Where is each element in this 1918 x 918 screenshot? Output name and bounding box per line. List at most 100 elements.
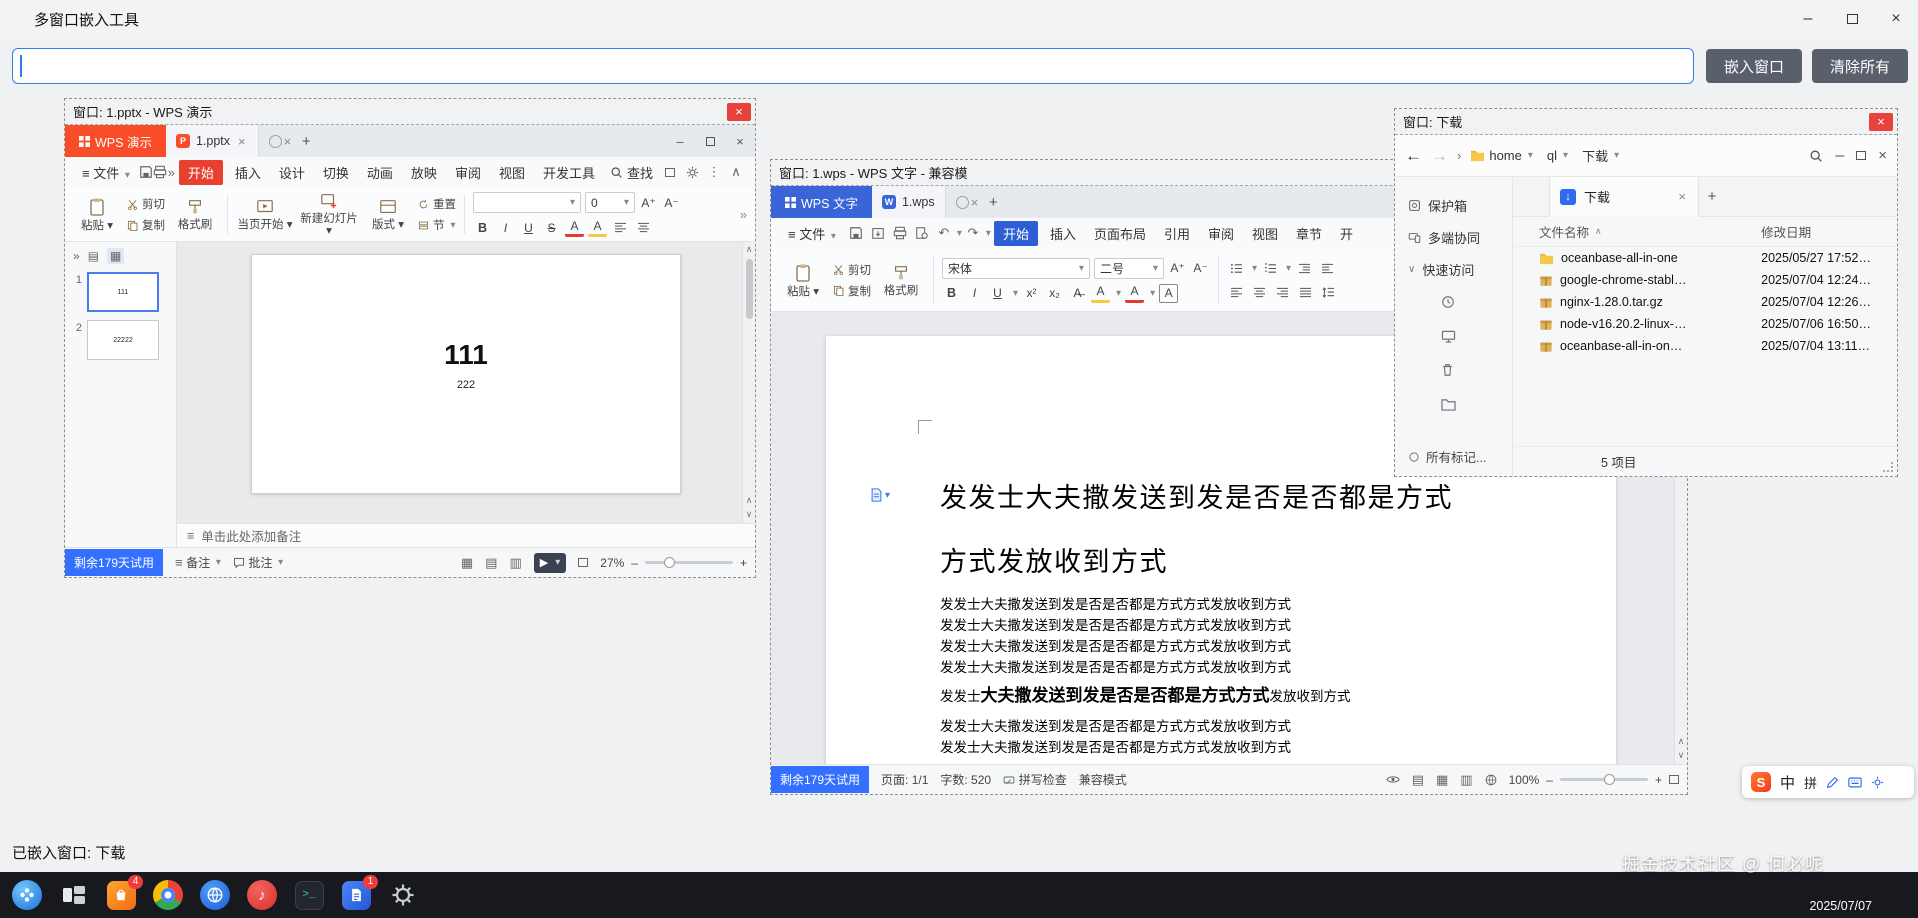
chrome-icon[interactable]: [151, 878, 185, 912]
ime-lang-toggle[interactable]: 中: [1780, 772, 1795, 793]
file-row[interactable]: oceanbase-all-in-one 2025/05/27 17:52… 文…: [1513, 247, 1897, 269]
scrollbar-thumb[interactable]: [746, 259, 753, 319]
doc-tab-pptx[interactable]: P 1.pptx ×: [166, 125, 259, 157]
menu-insert[interactable]: 插入: [1041, 221, 1085, 246]
reset-button[interactable]: 重置: [418, 196, 456, 212]
zoom-knob[interactable]: [664, 557, 675, 568]
zoom-knob[interactable]: [1604, 774, 1615, 785]
print-preview-icon[interactable]: [911, 222, 933, 244]
search-icon[interactable]: [1809, 149, 1823, 163]
notes-toggle[interactable]: ≡ 备注 ▾: [175, 554, 221, 571]
sogou-logo-icon[interactable]: S: [1751, 772, 1771, 792]
column-modified[interactable]: 修改日期: [1761, 222, 1897, 241]
zoom-level[interactable]: 100%: [1509, 773, 1540, 787]
app-store-icon[interactable]: 4: [104, 878, 138, 912]
new-tab-icon[interactable]: +: [1699, 188, 1725, 205]
collapse-ribbon-icon[interactable]: ∧: [725, 161, 747, 183]
copy-button[interactable]: 复制: [127, 217, 165, 233]
music-icon[interactable]: ♪: [245, 878, 279, 912]
ime-keyboard-icon[interactable]: [1848, 777, 1862, 788]
fm-close-icon[interactable]: ×: [1878, 147, 1887, 164]
close-tab-icon[interactable]: ×: [236, 134, 248, 149]
paragraph-outline-button[interactable]: ▾: [870, 488, 890, 502]
align-center-icon[interactable]: [634, 218, 653, 237]
close-tab-icon[interactable]: ×: [1676, 189, 1688, 204]
decrease-font-icon[interactable]: A⁻: [1191, 259, 1210, 278]
crumb-home[interactable]: home: [1489, 148, 1522, 163]
embedded-titlebar[interactable]: 窗口: 1.pptx - WPS 演示 ×: [65, 99, 755, 125]
undo-icon[interactable]: ↶: [933, 222, 955, 244]
zoom-out-icon[interactable]: –: [1546, 773, 1553, 787]
embed-close-icon[interactable]: ×: [1869, 113, 1893, 131]
ribbon-layout-icon[interactable]: [659, 161, 681, 183]
cut-button[interactable]: 剪切: [127, 196, 165, 212]
outline-view-icon[interactable]: ▦: [1436, 772, 1448, 788]
maximize-icon[interactable]: [1830, 0, 1874, 38]
menu-page-layout[interactable]: 页面布局: [1085, 221, 1155, 246]
terminal-icon[interactable]: >_: [292, 878, 326, 912]
increase-font-icon[interactable]: A⁺: [1168, 259, 1187, 278]
minimize-icon[interactable]: –: [1786, 0, 1830, 38]
align-left-icon[interactable]: [1227, 283, 1246, 302]
outdent-icon[interactable]: [1295, 259, 1314, 278]
spellcheck-toggle[interactable]: 拼写检查: [1003, 771, 1067, 788]
fm-maximize-icon[interactable]: [1856, 151, 1866, 160]
app-titlebar[interactable]: 多窗口嵌入工具 – ×: [0, 0, 1918, 38]
zoom-out-icon[interactable]: –: [631, 556, 638, 570]
slide-thumbnail-1[interactable]: 1 111: [65, 267, 176, 315]
justify-icon[interactable]: [1296, 283, 1315, 302]
new-tab-icon[interactable]: +: [980, 194, 1006, 211]
highlight-button[interactable]: A: [588, 218, 607, 237]
docs-icon[interactable]: 1: [339, 878, 373, 912]
forward-icon[interactable]: →: [1431, 146, 1448, 166]
format-painter-button[interactable]: 格式刷: [171, 192, 219, 237]
taskbar-clock[interactable]: 2025/07/07: [1809, 899, 1908, 913]
comments-toggle[interactable]: 批注 ▾: [233, 554, 283, 571]
new-tab-icon[interactable]: +: [293, 133, 319, 150]
compat-mode-badge[interactable]: 兼容模式: [1079, 771, 1127, 788]
file-row[interactable]: node-v16.20.2-linux-… 2025/07/06 16:50… …: [1513, 313, 1897, 335]
crumb-downloads[interactable]: 下载: [1582, 146, 1608, 165]
ppt-minimize-icon[interactable]: –: [665, 125, 695, 157]
menu-design[interactable]: 设计: [270, 160, 314, 185]
ppt-maximize-icon[interactable]: [695, 125, 725, 157]
indent-icon[interactable]: [1318, 259, 1337, 278]
menu-home[interactable]: 开始: [994, 221, 1038, 246]
menu-view[interactable]: 视图: [490, 160, 534, 185]
ime-pinyin-toggle[interactable]: 拼: [1804, 773, 1817, 792]
eye-protect-icon[interactable]: [1386, 774, 1400, 785]
highlight-button[interactable]: A: [1091, 284, 1110, 303]
number-list-icon[interactable]: [1261, 259, 1280, 278]
slide-canvas[interactable]: 111 222: [251, 254, 681, 494]
play-from-current-button[interactable]: 当页开始 ▾: [236, 192, 294, 237]
sidebar-item-folder[interactable]: [1395, 387, 1512, 421]
resize-grip[interactable]: [1883, 462, 1893, 472]
cut-button[interactable]: 剪切: [833, 262, 871, 278]
close-icon[interactable]: ×: [1874, 0, 1918, 38]
print-icon[interactable]: [889, 222, 911, 244]
slide-thumbnail-2[interactable]: 2 22222: [65, 315, 176, 363]
tab-sync-icon[interactable]: [956, 196, 969, 209]
ppt-close-icon[interactable]: ×: [725, 125, 755, 157]
font-name-select[interactable]: ▾: [473, 192, 581, 213]
page-view-icon[interactable]: ▤: [1412, 772, 1424, 788]
more-tools-icon[interactable]: »: [167, 161, 176, 183]
outline-view-icon[interactable]: ▤: [88, 249, 99, 263]
ime-settings-icon[interactable]: [1871, 776, 1884, 789]
underline-button[interactable]: U: [519, 218, 538, 237]
multitasking-view-icon[interactable]: [57, 878, 91, 912]
launcher-icon[interactable]: [10, 878, 44, 912]
file-row[interactable]: nginx-1.28.0.tar.gz 2025/07/04 12:26… Ta…: [1513, 291, 1897, 313]
text-effects-button[interactable]: A̶: [1068, 284, 1087, 303]
subscript-button[interactable]: x₂: [1045, 284, 1064, 303]
bullet-list-icon[interactable]: [1227, 259, 1246, 278]
redo-icon[interactable]: ↷: [962, 222, 984, 244]
embed-close-icon[interactable]: ×: [727, 103, 751, 121]
collapse-panel-icon[interactable]: »: [73, 249, 80, 263]
font-size-select[interactable]: 0▾: [585, 192, 635, 213]
slide-scrollbar[interactable]: ∧ ∧∨: [742, 242, 755, 523]
wps-brand-tab[interactable]: WPS 文字: [771, 186, 872, 218]
settings-gear-icon[interactable]: [681, 161, 703, 183]
doc-tab-wps[interactable]: W 1.wps: [872, 186, 946, 218]
font-name-select[interactable]: 宋体▾: [942, 258, 1090, 279]
